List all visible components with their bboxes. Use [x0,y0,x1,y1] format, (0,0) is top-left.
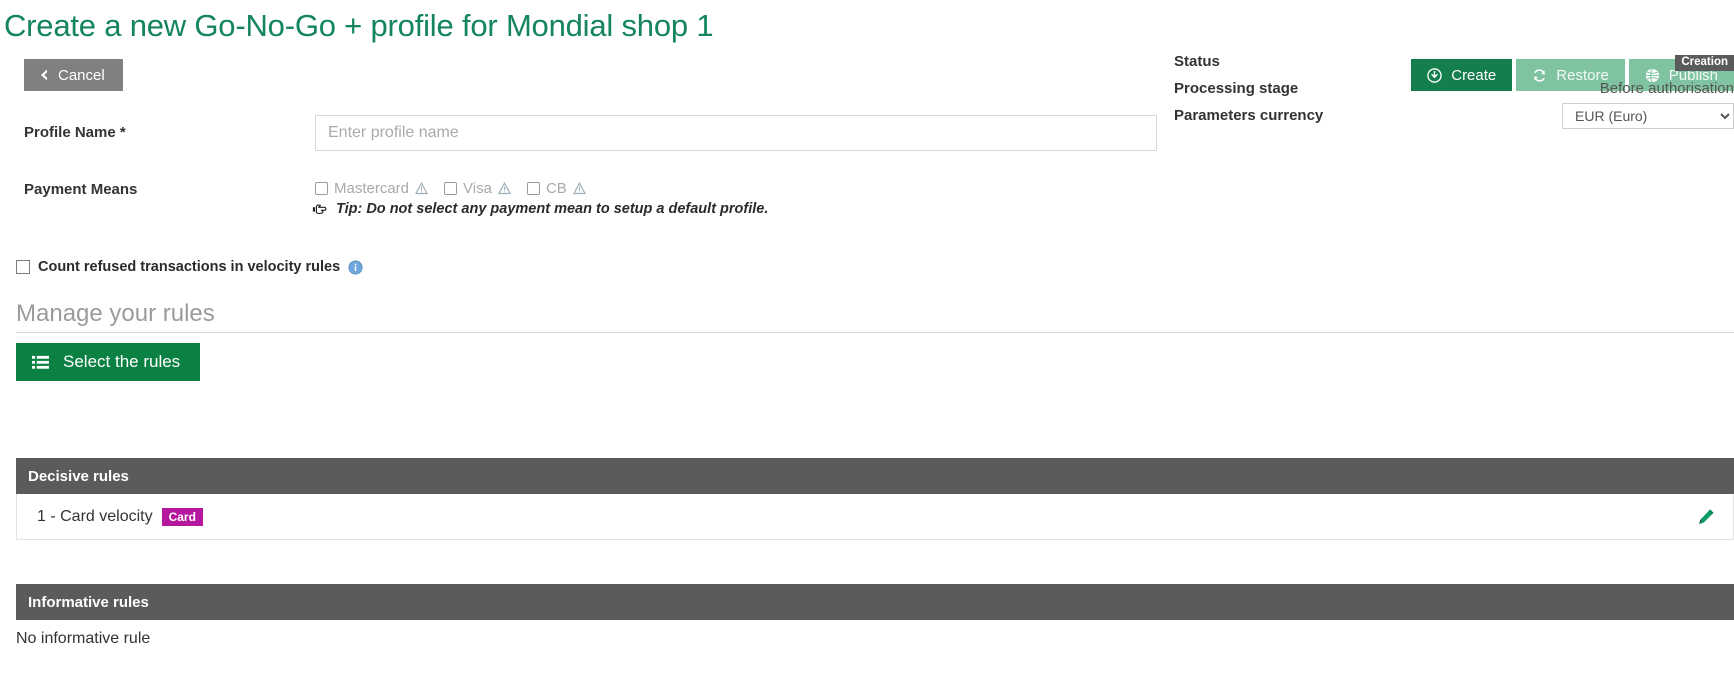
warning-triangle-icon [414,181,429,195]
select-the-rules-label: Select the rules [63,352,181,371]
status-row-parameters-currency: Parameters currency EUR (Euro) [1174,102,1734,129]
warning-triangle-icon [572,181,586,195]
cancel-button[interactable]: Cancel [24,59,123,91]
list-icon [32,355,49,370]
payment-mean-mastercard[interactable]: Mastercard [315,180,429,197]
informative-rules-header: Informative rules [16,584,1734,620]
payment-means-label: Payment Means [24,181,138,198]
informative-rules-empty-text: No informative rule [16,630,151,647]
payment-mean-mastercard-label: Mastercard [334,180,410,197]
informative-rules-block: Informative rules No informative rule [16,584,1734,648]
payment-mean-visa[interactable]: Visa [444,180,512,197]
count-refused-transactions-row[interactable]: Count refused transactions in velocity r… [16,259,363,275]
info-icon[interactable] [348,259,363,275]
decisive-rules-header: Decisive rules [16,458,1734,494]
rule-name: 1 - Card velocity [37,507,153,525]
payment-mean-visa-label: Visa [463,180,492,197]
edit-rule-button[interactable] [1693,504,1719,530]
payment-mean-cb-label: CB [545,180,567,197]
payment-mean-visa-checkbox[interactable] [444,182,458,195]
processing-stage-value: Before authorisation [1599,80,1734,97]
chevron-left-icon [38,68,49,82]
profile-name-input[interactable] [315,115,1157,151]
payment-means-tip-text: Tip: Do not select any payment mean to s… [336,201,769,217]
status-row-status: Status Creation [1174,48,1734,75]
table-row[interactable]: 1 - Card velocity Card [16,494,1734,540]
profile-form: Profile Name * Payment Means Mastercard … [0,115,1734,235]
status-row-processing-stage: Processing stage Before authorisation [1174,75,1734,102]
payment-means-group: Mastercard Visa CB [315,180,602,197]
status-badge: Creation [1675,54,1734,72]
profile-name-label: Profile Name * [24,124,126,141]
count-refused-transactions-label: Count refused transactions in velocity r… [38,259,341,275]
payment-mean-mastercard-checkbox[interactable] [315,182,328,195]
page-title: Create a new Go-No-Go + profile for Mond… [4,8,714,43]
status-panel: Status Creation Processing stage Before … [1174,48,1734,129]
required-marker: * [119,124,126,141]
cancel-button-label: Cancel [58,66,105,84]
profile-name-label-text: Profile Name [24,124,116,141]
count-refused-transactions-checkbox[interactable] [16,260,30,274]
select-the-rules-button[interactable]: Select the rules [16,343,201,381]
processing-stage-label: Processing stage [1174,80,1299,97]
payment-mean-cb-checkbox[interactable] [526,182,540,195]
status-label: Status [1174,53,1220,70]
parameters-currency-label: Parameters currency [1174,107,1324,124]
rule-type-badge: Card [161,507,203,526]
pointing-hand-icon [312,202,328,216]
manage-rules-section-title: Manage your rules [16,300,1734,333]
payment-means-tip: Tip: Do not select any payment mean to s… [312,201,768,217]
status-badge-wrap: Creation [1675,52,1734,72]
pencil-icon [1697,508,1715,526]
decisive-rules-block: Decisive rules 1 - Card velocity Card [16,458,1734,540]
parameters-currency-select[interactable]: EUR (Euro) [1562,103,1734,129]
warning-triangle-icon [497,181,512,195]
payment-mean-cb[interactable]: CB [526,180,586,197]
